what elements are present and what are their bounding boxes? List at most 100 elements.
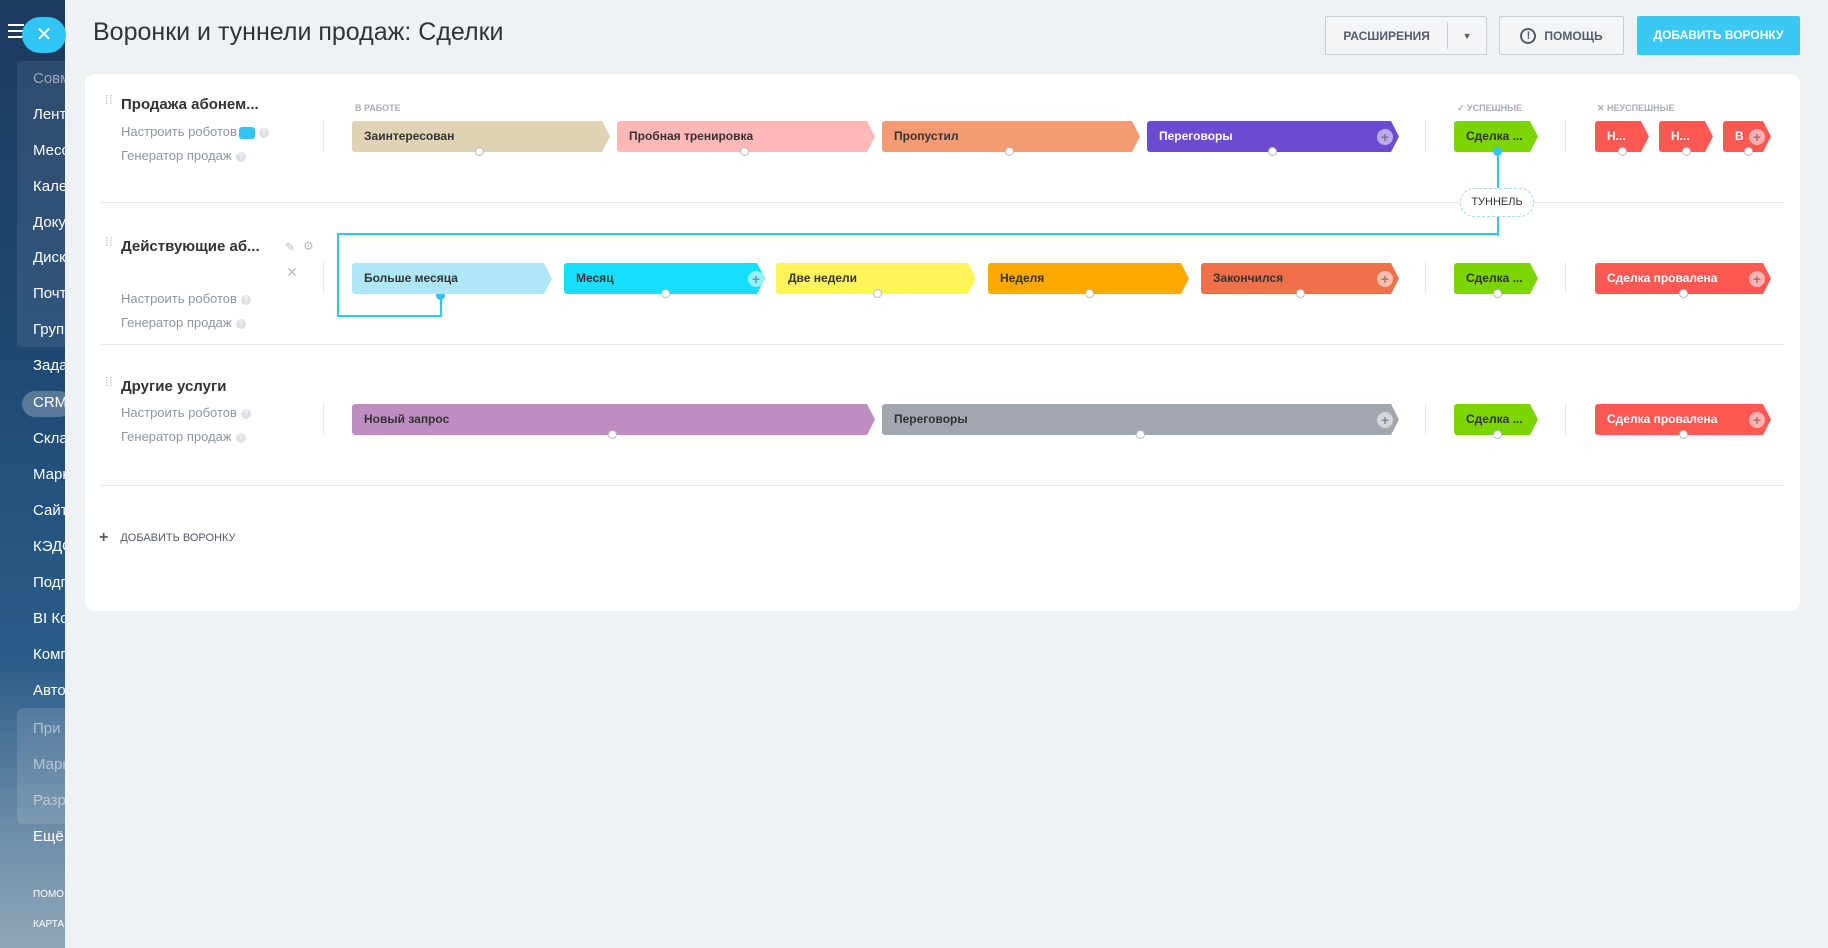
help-label: Помощь: [1544, 28, 1603, 43]
divider: [323, 120, 324, 152]
help-icon[interactable]: ?: [258, 127, 269, 138]
nav-item[interactable]: Совм: [33, 70, 65, 87]
nav-item[interactable]: Доку: [33, 214, 65, 231]
connector-dot[interactable]: [1493, 430, 1502, 439]
extensions-label: Расширения: [1343, 28, 1430, 43]
connector-dot[interactable]: [1744, 147, 1753, 156]
add-funnel-link[interactable]: + Добавить воронку: [99, 529, 236, 547]
drag-handle-icon[interactable]: ⁞⁞: [105, 236, 113, 254]
nav-item[interactable]: Почт: [33, 285, 65, 302]
info-icon: !: [1520, 27, 1537, 44]
help-button[interactable]: ! Помощь: [1499, 16, 1624, 55]
connector-dot[interactable]: [475, 147, 484, 156]
help-icon[interactable]: ?: [235, 432, 246, 443]
nav-item[interactable]: При: [33, 720, 65, 737]
funnel-name: Другие услуги: [121, 378, 227, 395]
divider: [323, 262, 324, 294]
nav-item[interactable]: Подп: [33, 574, 65, 591]
nav-item[interactable]: Зада: [33, 357, 65, 374]
nav-item[interactable]: Сайт: [33, 502, 65, 519]
nav-item[interactable]: КЭДО: [33, 538, 65, 555]
column-header-success: ✓ Успешные: [1457, 103, 1522, 113]
tunnel-line: [337, 233, 1499, 235]
add-stage-icon[interactable]: +: [1377, 412, 1393, 428]
funnel-name: Действующие аб...: [121, 238, 260, 255]
sales-generator-link[interactable]: Генератор продаж?: [121, 429, 246, 444]
nav-item-crm[interactable]: CRM: [33, 394, 65, 411]
nav-item[interactable]: Кале: [33, 178, 65, 195]
connector-dot[interactable]: [1493, 289, 1502, 298]
connector-dot[interactable]: [1296, 289, 1305, 298]
sales-generator-link[interactable]: Генератор продаж?: [121, 315, 246, 330]
divider: [1565, 262, 1566, 294]
nav-item[interactable]: Марк: [33, 756, 65, 773]
robots-link[interactable]: Настроить роботов?: [121, 124, 269, 139]
page-title: Воронки и туннели продаж: Сделки: [93, 18, 504, 46]
add-stage-icon[interactable]: +: [748, 271, 764, 287]
nav-item[interactable]: Ещё: [33, 828, 65, 845]
nav-item[interactable]: Авто: [33, 682, 65, 699]
connector-dot[interactable]: [661, 289, 670, 298]
funnels-card: В работе ✓ Успешные ✕ Неуспешные ⁞⁞ Прод…: [85, 74, 1800, 611]
nav-item[interactable]: Диск: [33, 249, 65, 266]
chevron-down-icon[interactable]: ▼: [1448, 31, 1486, 41]
gear-icon[interactable]: ⚙: [303, 239, 314, 253]
nav-item[interactable]: Скла: [33, 430, 65, 447]
sales-generator-link[interactable]: Генератор продаж?: [121, 148, 246, 163]
help-icon[interactable]: ?: [235, 318, 246, 329]
divider: [1565, 120, 1566, 152]
left-sidebar: Совм Лент Месс Кале Доку Диск Почт Груп …: [0, 0, 65, 948]
add-funnel-button[interactable]: Добавить воронку: [1637, 16, 1800, 55]
nav-item[interactable]: Марк: [33, 466, 65, 483]
connector-dot[interactable]: [873, 289, 882, 298]
divider: [1565, 403, 1566, 435]
connector-dot[interactable]: [1005, 147, 1014, 156]
plus-icon: +: [99, 529, 109, 546]
connector-dot[interactable]: [1679, 430, 1688, 439]
connector-dot[interactable]: [1682, 147, 1691, 156]
connector-dot[interactable]: [1679, 289, 1688, 298]
close-icon[interactable]: ✕: [286, 264, 298, 281]
add-stage-icon[interactable]: +: [1377, 271, 1393, 287]
nav-item-help[interactable]: ПОМО: [33, 889, 65, 900]
help-icon[interactable]: ?: [240, 294, 251, 305]
tunnel-line: [337, 315, 441, 317]
connector-dot[interactable]: [1618, 147, 1627, 156]
tunnel-badge[interactable]: Туннель: [1460, 188, 1534, 217]
nav-item[interactable]: Месс: [33, 142, 65, 159]
nav-item[interactable]: BI Ко: [33, 610, 65, 627]
add-stage-icon[interactable]: +: [1749, 129, 1765, 145]
nav-group: [17, 61, 65, 347]
check-icon: ✓: [1457, 103, 1468, 113]
nav-item[interactable]: Лент: [33, 106, 65, 123]
nav-item[interactable]: Комп: [33, 646, 65, 663]
extensions-button[interactable]: Расширения ▼: [1325, 16, 1487, 55]
divider: [101, 485, 1785, 486]
robots-link[interactable]: Настроить роботов?: [121, 291, 251, 306]
divider: [1425, 403, 1426, 435]
tunnel-line: [337, 233, 339, 317]
connector-dot[interactable]: [740, 147, 749, 156]
drag-handle-icon[interactable]: ⁞⁞: [105, 376, 113, 394]
add-stage-icon[interactable]: +: [1749, 271, 1765, 287]
drag-handle-icon[interactable]: ⁞⁞: [105, 94, 113, 112]
stage[interactable]: Больше месяца: [352, 263, 552, 294]
help-icon[interactable]: ?: [235, 151, 246, 162]
column-header-in-work: В работе: [355, 103, 401, 113]
nav-item[interactable]: Разр: [33, 792, 65, 809]
help-icon[interactable]: ?: [240, 408, 251, 419]
robots-link[interactable]: Настроить роботов?: [121, 405, 251, 420]
connector-dot[interactable]: [1136, 430, 1145, 439]
add-stage-icon[interactable]: +: [1749, 412, 1765, 428]
divider: [101, 344, 1785, 345]
connector-dot[interactable]: [1268, 147, 1277, 156]
nav-item[interactable]: Груп: [33, 321, 65, 338]
connector-dot[interactable]: [1085, 289, 1094, 298]
connector-dot[interactable]: [608, 430, 617, 439]
edit-icon[interactable]: ✎: [285, 240, 295, 254]
column-header-fail: ✕ Неуспешные: [1597, 103, 1675, 113]
nav-item-map[interactable]: КАРТА: [33, 919, 65, 930]
close-icon[interactable]: ✕: [22, 17, 66, 53]
robot-icon: [238, 126, 255, 139]
add-stage-icon[interactable]: +: [1377, 129, 1393, 145]
